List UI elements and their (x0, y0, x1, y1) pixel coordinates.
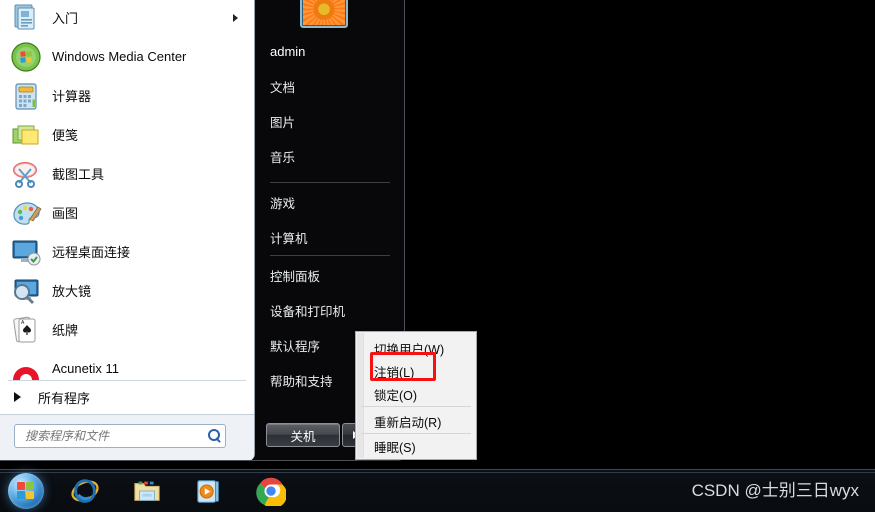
right-item-documents[interactable]: 文档 (256, 73, 404, 100)
submenu-item-label: 睡眠(S) (374, 440, 416, 455)
submenu-item-label: 切换用户(W) (374, 342, 445, 357)
paint-icon (10, 197, 42, 229)
taskbar: CSDN @士别三日wyx (0, 469, 875, 512)
submenu-item-sleep[interactable]: 睡眠(S) (357, 434, 475, 458)
submenu-item-label: 重新启动(R) (374, 415, 442, 430)
program-item-label: 截图工具 (52, 167, 105, 182)
watermark-text: CSDN @士别三日wyx (691, 481, 859, 500)
magnifier-icon (10, 275, 42, 307)
program-item-sticky-notes[interactable]: 便笺 (6, 117, 246, 152)
submenu-item-restart[interactable]: 重新启动(R) (357, 409, 475, 433)
program-list: 入门 Windows Media Center 计算器 便笺 截图工具 画图 远… (0, 0, 254, 385)
program-item-getting-started[interactable]: 入门 (6, 0, 246, 35)
windows-start-orb-icon[interactable] (8, 473, 44, 509)
program-item-snipping-tool[interactable]: 截图工具 (6, 156, 246, 191)
program-item-label: 便笺 (52, 128, 79, 143)
right-item-music[interactable]: 音乐 (256, 143, 404, 170)
windows-explorer-icon[interactable] (132, 476, 162, 506)
submenu-separator (361, 406, 471, 407)
desktop: 入门 Windows Media Center 计算器 便笺 截图工具 画图 远… (0, 0, 875, 512)
program-item-windows-media-center[interactable]: Windows Media Center (6, 39, 246, 74)
program-item-calculator[interactable]: 计算器 (6, 78, 246, 113)
start-menu: 入门 Windows Media Center 计算器 便笺 截图工具 画图 远… (0, 0, 405, 461)
right-item-devices-and-printers[interactable]: 设备和打印机 (256, 297, 404, 324)
submenu-item-label: 锁定(O) (374, 388, 418, 403)
shutdown-label: 关机 (290, 429, 316, 444)
program-item-label: 画图 (52, 206, 79, 221)
shutdown-button[interactable]: 关机 (266, 423, 340, 447)
submenu-item-log-off[interactable]: 注销(L) (357, 359, 475, 383)
internet-explorer-icon[interactable] (70, 476, 100, 506)
program-item-label: 放大镜 (52, 284, 92, 299)
start-menu-left-panel: 入门 Windows Media Center 计算器 便笺 截图工具 画图 远… (0, 0, 255, 460)
program-item-remote-desktop[interactable]: 远程桌面连接 (6, 234, 246, 269)
search-zone (0, 414, 254, 460)
user-name-item[interactable]: admin (256, 38, 404, 65)
right-item-control-panel[interactable]: 控制面板 (256, 262, 404, 289)
shutdown-submenu: 切换用户(W) 注销(L) 锁定(O) 重新启动(R) 睡眠(S) (355, 331, 477, 460)
right-item-label: 图片 (270, 116, 296, 130)
windows-media-player-icon[interactable] (194, 476, 224, 506)
program-item-solitaire[interactable]: A 纸牌 (6, 312, 246, 347)
right-triangle-icon (14, 392, 21, 402)
right-item-computer[interactable]: 计算机 (256, 224, 404, 251)
program-item-label: Acunetix 11 (52, 361, 119, 376)
windows-logo-icon (17, 482, 35, 500)
program-item-label: Windows Media Center (52, 49, 187, 64)
calculator-icon (10, 80, 42, 112)
remote-desktop-icon (10, 236, 42, 268)
search-input[interactable] (23, 428, 205, 444)
all-programs-button[interactable]: 所有程序 (6, 385, 246, 409)
program-item-label: 入门 (52, 11, 79, 26)
right-item-games[interactable]: 游戏 (256, 189, 404, 216)
submenu-item-switch-user[interactable]: 切换用户(W) (357, 336, 475, 360)
chevron-right-icon (233, 13, 238, 22)
avatar[interactable] (300, 0, 348, 28)
right-item-label: 文档 (270, 81, 296, 95)
windows-media-center-icon (10, 41, 42, 73)
program-item-magnifier[interactable]: 放大镜 (6, 273, 246, 308)
getting-started-icon (10, 2, 42, 34)
submenu-item-lock[interactable]: 锁定(O) (357, 382, 475, 406)
snipping-tool-icon (10, 158, 42, 190)
right-item-label: 帮助和支持 (270, 375, 333, 389)
right-item-label: 控制面板 (270, 270, 321, 284)
right-panel-divider (270, 255, 390, 256)
right-item-label: 默认程序 (270, 340, 321, 354)
right-item-label: 游戏 (270, 197, 296, 211)
user-name-label: admin (270, 44, 306, 59)
right-panel-divider (270, 182, 390, 183)
solitaire-icon: A (10, 314, 42, 346)
program-item-label: 纸牌 (52, 323, 79, 338)
right-item-label: 计算机 (270, 232, 308, 246)
search-icon (207, 428, 223, 444)
right-item-label: 音乐 (270, 151, 296, 165)
search-box[interactable] (14, 424, 226, 448)
left-panel-divider (8, 380, 246, 381)
program-item-label: 远程桌面连接 (52, 245, 131, 260)
submenu-item-label: 注销(L) (374, 365, 415, 380)
program-item-label: 计算器 (52, 89, 92, 104)
all-programs-label: 所有程序 (38, 390, 91, 406)
right-item-pictures[interactable]: 图片 (256, 108, 404, 135)
sticky-notes-icon (10, 119, 42, 151)
right-item-label: 设备和打印机 (270, 305, 346, 319)
google-chrome-icon[interactable] (256, 476, 287, 509)
program-item-paint[interactable]: 画图 (6, 195, 246, 230)
